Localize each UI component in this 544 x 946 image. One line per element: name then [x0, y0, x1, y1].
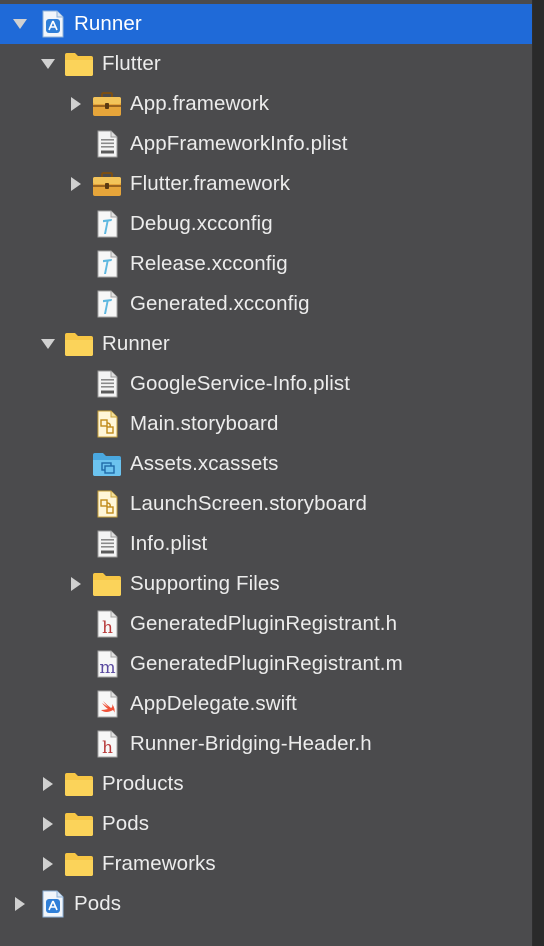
tree-row-label: Supporting Files: [130, 572, 280, 595]
tree-row-label: AppFrameworkInfo.plist: [130, 132, 348, 155]
disclosure-collapsed-icon[interactable]: [12, 896, 28, 912]
disclosure-expanded-icon[interactable]: [40, 56, 56, 72]
xcconfig-file-icon: [92, 290, 122, 318]
tree-row-label: Flutter: [102, 52, 161, 75]
tree-row-label: Products: [102, 772, 184, 795]
disclosure-expanded-icon[interactable]: [12, 16, 28, 32]
tree-row-label: LaunchScreen.storyboard: [130, 492, 368, 515]
tree-row-info-plist[interactable]: Info.plist: [0, 524, 532, 564]
svg-text:h: h: [102, 618, 113, 638]
tree-row-label: Generated.xcconfig: [130, 292, 310, 315]
tree-row-label: AppDelegate.swift: [130, 692, 297, 715]
tree-row-supporting-files[interactable]: Supporting Files: [0, 564, 532, 604]
tree-row-generatedpluginregistrant-m[interactable]: m GeneratedPluginRegistrant.m: [0, 644, 532, 684]
tree-row-label: GoogleService-Info.plist: [130, 372, 351, 395]
tree-row-appframeworkinfo-plist[interactable]: AppFrameworkInfo.plist: [0, 124, 532, 164]
tree-row-launchscreen-storyboard[interactable]: LaunchScreen.storyboard: [0, 484, 532, 524]
tree-row-label: Runner: [102, 332, 170, 355]
tree-row-runner-bridging-header[interactable]: h Runner-Bridging-Header.h: [0, 724, 532, 764]
xcconfig-file-icon: [92, 250, 122, 278]
plist-file-icon: [92, 370, 122, 398]
xcode-project-icon: [38, 10, 68, 38]
tree-row-label: Release.xcconfig: [130, 252, 288, 275]
plist-file-icon: [92, 130, 122, 158]
tree-row-runner-group[interactable]: Runner: [0, 324, 532, 364]
tree-row-release-xcconfig[interactable]: Release.xcconfig: [0, 244, 532, 284]
disclosure-collapsed-icon[interactable]: [40, 856, 56, 872]
folder-icon: [64, 850, 94, 878]
disclosure-expanded-icon[interactable]: [40, 336, 56, 352]
tree-row-label: Flutter.framework: [130, 172, 291, 195]
plist-file-icon: [92, 530, 122, 558]
folder-icon: [92, 570, 122, 598]
tree-row-label: Debug.xcconfig: [130, 212, 273, 235]
tree-row-flutter-framework[interactable]: Flutter.framework: [0, 164, 532, 204]
framework-icon: [92, 90, 122, 118]
tree-row-label: GeneratedPluginRegistrant.m: [130, 652, 403, 675]
folder-icon: [64, 50, 94, 78]
disclosure-collapsed-icon[interactable]: [68, 576, 84, 592]
project-navigator: Runner Flutter App.framework AppFramewor…: [0, 0, 533, 946]
tree-row-label: Frameworks: [102, 852, 216, 875]
tree-row-generated-xcconfig[interactable]: Generated.xcconfig: [0, 284, 532, 324]
tree-row-pods-group[interactable]: Pods: [0, 804, 532, 844]
storyboard-file-icon: [92, 410, 122, 438]
tree-row-main-storyboard[interactable]: Main.storyboard: [0, 404, 532, 444]
tree-row-pods-project[interactable]: Pods: [0, 884, 532, 924]
storyboard-file-icon: [92, 490, 122, 518]
folder-icon: [64, 810, 94, 838]
tree-row-label: GeneratedPluginRegistrant.h: [130, 612, 398, 635]
tree-row-label: Info.plist: [130, 532, 208, 555]
tree-row-label: Runner-Bridging-Header.h: [130, 732, 372, 755]
svg-text:m: m: [99, 658, 115, 678]
tree-row-appdelegate-swift[interactable]: AppDelegate.swift: [0, 684, 532, 724]
tree-row-label: Assets.xcassets: [130, 452, 279, 475]
swift-file-icon: [92, 690, 122, 718]
tree-row-products[interactable]: Products: [0, 764, 532, 804]
tree-row-label: Pods: [74, 892, 122, 915]
disclosure-collapsed-icon[interactable]: [68, 176, 84, 192]
tree-row-label: App.framework: [130, 92, 270, 115]
objc-file-icon: m: [92, 650, 122, 678]
tree-row-label: Runner: [74, 12, 142, 35]
tree-row-debug-xcconfig[interactable]: Debug.xcconfig: [0, 204, 532, 244]
disclosure-collapsed-icon[interactable]: [40, 816, 56, 832]
folder-icon: [64, 770, 94, 798]
framework-icon: [92, 170, 122, 198]
xcconfig-file-icon: [92, 210, 122, 238]
header-file-icon: h: [92, 610, 122, 638]
asset-catalog-icon: [92, 450, 122, 478]
disclosure-collapsed-icon[interactable]: [68, 96, 84, 112]
xcode-project-icon: [38, 890, 68, 918]
tree-row-googleservice-info-plist[interactable]: GoogleService-Info.plist: [0, 364, 532, 404]
header-file-icon: h: [92, 730, 122, 758]
tree-row-label: Pods: [102, 812, 150, 835]
tree-row-generatedpluginregistrant-h[interactable]: h GeneratedPluginRegistrant.h: [0, 604, 532, 644]
tree-row-app-framework[interactable]: App.framework: [0, 84, 532, 124]
svg-text:h: h: [102, 738, 113, 758]
folder-icon: [64, 330, 94, 358]
tree-row-runner-project[interactable]: Runner: [0, 4, 532, 44]
tree-row-assets-xcassets[interactable]: Assets.xcassets: [0, 444, 532, 484]
tree-row-frameworks[interactable]: Frameworks: [0, 844, 532, 884]
tree-row-flutter-group[interactable]: Flutter: [0, 44, 532, 84]
tree-row-label: Main.storyboard: [130, 412, 279, 435]
disclosure-collapsed-icon[interactable]: [40, 776, 56, 792]
